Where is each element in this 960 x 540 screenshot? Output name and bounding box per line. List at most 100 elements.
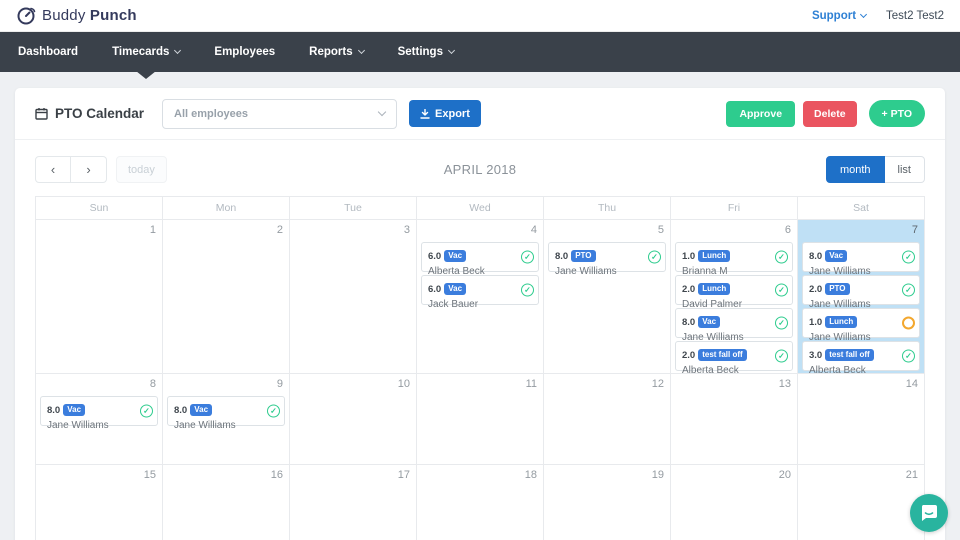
approved-check-icon: ✓	[521, 251, 534, 264]
day-cell[interactable]: 58.0PTOJane Williams✓	[544, 220, 671, 374]
chat-launcher-button[interactable]	[910, 494, 948, 532]
cell-date: 16	[271, 469, 283, 481]
pto-event[interactable]: 8.0PTOJane Williams✓	[548, 242, 666, 272]
day-cell[interactable]: 20	[671, 465, 798, 540]
pending-circle-icon	[902, 317, 915, 330]
event-hours: 8.0	[682, 317, 695, 328]
day-cell[interactable]: 19	[544, 465, 671, 540]
day-header: Thu	[544, 197, 671, 220]
nav-label: Employees	[214, 46, 275, 58]
brand-logo[interactable]: Buddy Punch	[16, 5, 137, 26]
day-cell[interactable]: 18	[417, 465, 544, 540]
cell-date: 7	[912, 224, 918, 236]
delete-button[interactable]: Delete	[803, 101, 857, 127]
event-type-badge: Vac	[825, 250, 847, 262]
chevron-down-icon	[860, 10, 867, 17]
day-cell-today[interactable]: 7 8.0VacJane Williams✓2.0PTOJane Williams…	[798, 220, 925, 374]
view-toggle: month list	[826, 156, 925, 183]
day-cell[interactable]: 10	[290, 374, 417, 465]
pto-event[interactable]: 8.0VacJane Williams✓	[802, 242, 920, 272]
day-cell[interactable]: 11	[417, 374, 544, 465]
pto-event[interactable]: 8.0VacJane Williams✓	[167, 396, 285, 426]
calendar-toolbar: PTO Calendar All employees Export Approv…	[15, 88, 945, 140]
day-cell[interactable]: 98.0VacJane Williams✓	[163, 374, 290, 465]
day-cell[interactable]: 16	[163, 465, 290, 540]
view-month-button[interactable]: month	[826, 156, 885, 183]
approved-check-icon: ✓	[775, 350, 788, 363]
event-hours: 1.0	[682, 251, 695, 262]
pto-event[interactable]: 1.0LunchBrianna M✓	[675, 242, 793, 272]
event-type-badge: Lunch	[698, 250, 730, 262]
pto-event[interactable]: 2.0PTOJane Williams✓	[802, 275, 920, 305]
cell-date: 2	[277, 224, 283, 236]
event-hours: 6.0	[428, 284, 441, 295]
pto-event[interactable]: 8.0VacJane Williams✓	[40, 396, 158, 426]
day-cell[interactable]: 88.0VacJane Williams✓	[36, 374, 163, 465]
day-cell[interactable]: 1	[36, 220, 163, 374]
pto-event[interactable]: 6.0VacJack Bauer✓	[421, 275, 539, 305]
day-cell[interactable]: 13	[671, 374, 798, 465]
event-hours: 2.0	[682, 350, 695, 361]
top-header: Buddy Punch Support Test2 Test2	[0, 0, 960, 32]
cell-date: 17	[398, 469, 410, 481]
nav-item-settings[interactable]: Settings	[398, 32, 454, 72]
chevron-down-icon	[174, 47, 181, 54]
brand-name: Buddy Punch	[42, 7, 137, 24]
event-hours: 8.0	[555, 251, 568, 262]
day-cell[interactable]: 6 1.0LunchBrianna M✓2.0LunchDavid Palmer✓…	[671, 220, 798, 374]
nav-label: Timecards	[112, 46, 169, 58]
chevron-down-icon	[358, 47, 365, 54]
employee-filter-value: All employees	[174, 108, 248, 120]
event-type-badge: test fall off	[825, 349, 873, 361]
calendar-icon	[35, 107, 48, 120]
cell-date: 6	[785, 224, 791, 236]
day-header: Sat	[798, 197, 925, 220]
nav-item-dashboard[interactable]: Dashboard	[18, 32, 78, 72]
view-list-button[interactable]: list	[885, 156, 925, 183]
cell-date: 13	[779, 378, 791, 390]
approved-check-icon: ✓	[267, 405, 280, 418]
cell-date: 20	[779, 469, 791, 481]
cell-date: 10	[398, 378, 410, 390]
day-header: Wed	[417, 197, 544, 220]
pto-event[interactable]: 6.0VacAlberta Beck✓	[421, 242, 539, 272]
download-icon	[420, 109, 430, 119]
add-pto-button[interactable]: + PTO	[869, 100, 925, 127]
support-menu[interactable]: Support	[812, 10, 866, 22]
day-cell[interactable]: 12	[544, 374, 671, 465]
nav-label: Dashboard	[18, 46, 78, 58]
week-row: 88.0VacJane Williams✓98.0VacJane William…	[36, 374, 925, 465]
event-type-badge: Lunch	[698, 283, 730, 295]
event-hours: 8.0	[174, 405, 187, 416]
day-cell[interactable]: 46.0VacAlberta Beck✓6.0VacJack Bauer✓	[417, 220, 544, 374]
chevron-down-icon	[378, 108, 386, 116]
nav-item-reports[interactable]: Reports	[309, 32, 363, 72]
day-cell[interactable]: 14	[798, 374, 925, 465]
day-cell[interactable]: 21	[798, 465, 925, 540]
cell-date: 19	[652, 469, 664, 481]
stopwatch-logo-icon	[16, 5, 37, 26]
event-hours: 2.0	[682, 284, 695, 295]
cell-date: 21	[906, 469, 918, 481]
export-button[interactable]: Export	[409, 100, 481, 127]
event-type-badge: test fall off	[698, 349, 746, 361]
pto-event[interactable]: 8.0VacJane Williams✓	[675, 308, 793, 338]
pto-event[interactable]: 1.0LunchJane Williams	[802, 308, 920, 338]
nav-item-timecards[interactable]: Timecards	[112, 32, 180, 72]
week-row: 15 16 17 18 19 20 21	[36, 465, 925, 540]
approve-button[interactable]: Approve	[726, 101, 795, 127]
nav-item-employees[interactable]: Employees	[214, 32, 275, 72]
day-cell[interactable]: 17	[290, 465, 417, 540]
event-employee-name: Jane Williams	[174, 420, 264, 431]
pto-event[interactable]: 3.0test fall offAlberta Beck✓	[802, 341, 920, 371]
pto-event[interactable]: 2.0test fall offAlberta Beck✓	[675, 341, 793, 371]
event-type-badge: PTO	[825, 283, 849, 295]
day-header: Mon	[163, 197, 290, 220]
cell-date: 15	[144, 469, 156, 481]
user-menu[interactable]: Test2 Test2	[886, 10, 944, 22]
day-cell[interactable]: 3	[290, 220, 417, 374]
employee-filter-select[interactable]: All employees	[162, 99, 397, 129]
day-cell[interactable]: 15	[36, 465, 163, 540]
day-cell[interactable]: 2	[163, 220, 290, 374]
pto-event[interactable]: 2.0LunchDavid Palmer✓	[675, 275, 793, 305]
